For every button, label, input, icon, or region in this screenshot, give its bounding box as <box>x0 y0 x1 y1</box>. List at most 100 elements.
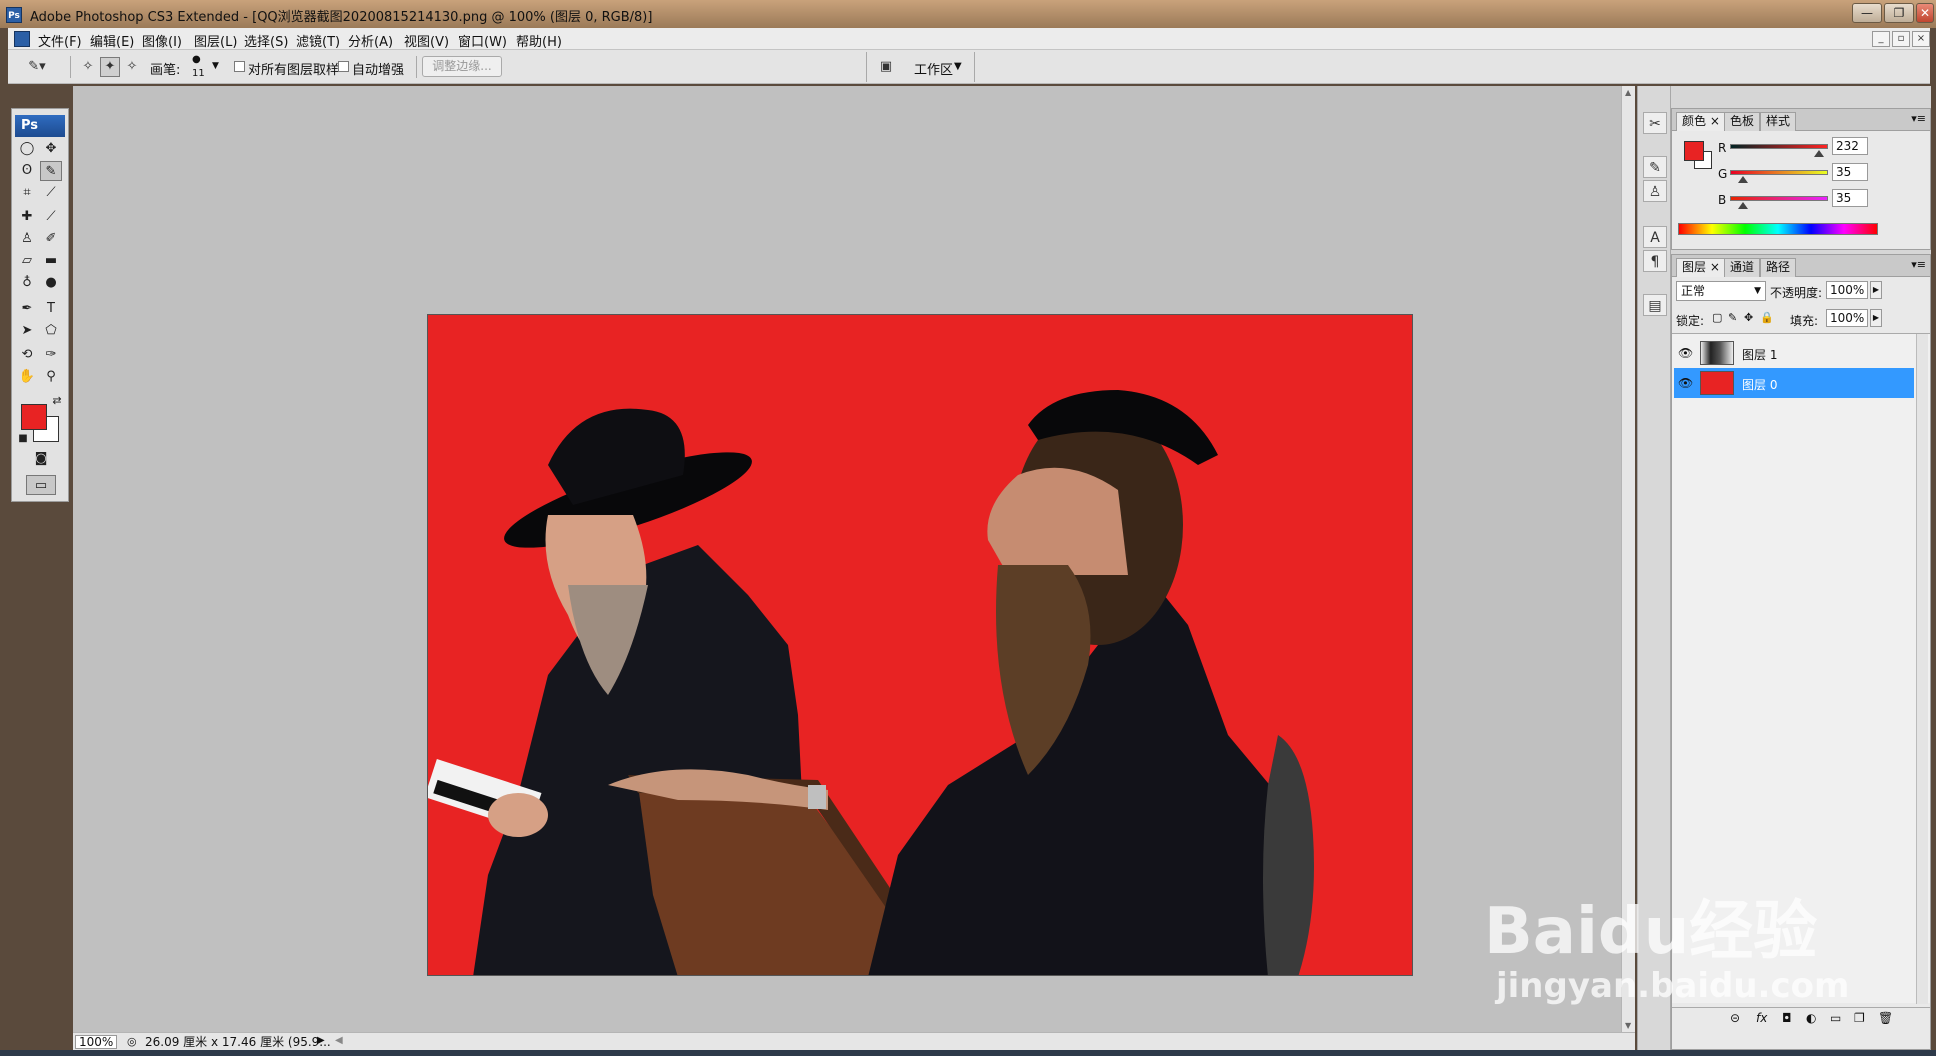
character-panel-icon[interactable]: A <box>1643 226 1667 248</box>
menu-image[interactable]: 图像(I) <box>142 31 182 50</box>
tab-channels[interactable]: 通道 <box>1724 258 1761 277</box>
tab-paths[interactable]: 路径 <box>1760 258 1797 277</box>
quick-mask-icon[interactable]: ◙ <box>30 449 52 469</box>
auto-enhance-checkbox[interactable] <box>338 61 349 72</box>
minimize-button[interactable]: — <box>1852 3 1882 23</box>
type-tool-icon[interactable]: T <box>40 299 62 319</box>
link-icon[interactable]: ⊝ <box>1730 1011 1740 1025</box>
blue-slider-thumb[interactable] <box>1738 202 1748 209</box>
eyedropper-icon[interactable]: ✑ <box>40 345 62 365</box>
opacity-slider-icon[interactable]: ▶ <box>1870 281 1882 299</box>
clone-stamp-icon[interactable]: ♙ <box>16 229 38 249</box>
gradient-tool-icon[interactable]: ▬ <box>40 251 62 271</box>
quick-selection-tool-icon[interactable]: ✎ <box>40 161 62 181</box>
document-canvas[interactable] <box>427 314 1413 976</box>
red-value-input[interactable]: 232 <box>1832 137 1868 155</box>
mask-icon[interactable]: ◘ <box>1782 1011 1792 1025</box>
color-spectrum-bar[interactable] <box>1678 223 1878 235</box>
fill-input[interactable]: 100% <box>1826 309 1868 327</box>
close-button[interactable]: ✕ <box>1916 3 1934 23</box>
pen-tool-icon[interactable]: ✒ <box>16 299 38 319</box>
hand-tool-icon[interactable]: ✋ <box>16 367 38 387</box>
default-colors-icon[interactable]: ■ <box>12 429 34 449</box>
brush-tool-icon[interactable]: ⟋ <box>40 207 62 227</box>
brush-dot-icon[interactable]: ● <box>192 54 201 65</box>
subtract-selection-icon[interactable]: ✧ <box>122 57 142 77</box>
sample-all-layers-checkbox[interactable] <box>234 61 245 72</box>
add-to-selection-icon[interactable]: ✦ <box>100 57 120 77</box>
path-selection-icon[interactable]: ➤ <box>16 321 38 341</box>
healing-brush-icon[interactable]: ✚ <box>16 207 38 227</box>
eraser-tool-icon[interactable]: ▱ <box>16 251 38 271</box>
red-slider-thumb[interactable] <box>1814 150 1824 157</box>
red-slider[interactable] <box>1730 144 1828 149</box>
tab-color[interactable]: 颜色 × <box>1676 112 1726 131</box>
navigator-icon[interactable]: ✂ <box>1643 112 1667 134</box>
group-icon[interactable]: ▭ <box>1830 1011 1841 1025</box>
menu-layer[interactable]: 图层(L) <box>194 31 237 50</box>
green-slider-thumb[interactable] <box>1738 176 1748 183</box>
zoom-tool-icon[interactable]: ⚲ <box>40 367 62 387</box>
screen-mode-icon[interactable]: ▭ <box>26 475 56 495</box>
lock-image-icon[interactable]: ✎ <box>1728 311 1737 324</box>
dodge-tool-icon[interactable]: ● <box>40 273 62 293</box>
clone-source-icon[interactable]: ♙ <box>1643 180 1667 202</box>
lock-position-icon[interactable]: ✥ <box>1744 311 1753 324</box>
fx-icon[interactable]: fx <box>1756 1011 1767 1025</box>
tab-styles[interactable]: 样式 <box>1760 112 1797 131</box>
shape-tool-icon[interactable]: ⬠ <box>40 321 62 341</box>
blur-tool-icon[interactable]: ♁ <box>16 273 38 293</box>
green-slider[interactable] <box>1730 170 1828 175</box>
adjustment-icon[interactable]: ◐ <box>1806 1011 1816 1025</box>
menu-analysis[interactable]: 分析(A) <box>348 31 393 50</box>
history-brush-icon[interactable]: ✐ <box>40 229 62 249</box>
layers-scrollbar[interactable] <box>1916 334 1928 1004</box>
fill-slider-icon[interactable]: ▶ <box>1870 309 1882 327</box>
crop-tool-icon[interactable]: ⌗ <box>16 183 38 203</box>
color-panel-fg-swatch[interactable] <box>1684 141 1704 161</box>
layer-row-selected[interactable]: 👁 图层 0 <box>1674 368 1914 398</box>
3d-rotate-icon[interactable]: ⟲ <box>16 345 38 365</box>
lock-all-icon[interactable]: 🔒 <box>1760 311 1774 324</box>
doc-info-menu-icon[interactable]: ▶ <box>317 1035 325 1046</box>
brush-size[interactable]: 11 <box>192 68 205 79</box>
lock-transparency-icon[interactable]: ▢ <box>1712 311 1722 324</box>
doc-minimize-button[interactable]: _ <box>1872 31 1890 47</box>
menu-file[interactable]: 文件(F) <box>38 31 82 50</box>
opacity-input[interactable]: 100% <box>1826 281 1868 299</box>
blue-slider[interactable] <box>1730 196 1828 201</box>
brush-dropdown-icon[interactable]: ▼ <box>212 61 219 71</box>
menu-filter[interactable]: 滤镜(T) <box>296 31 340 50</box>
menu-select[interactable]: 选择(S) <box>244 31 288 50</box>
doc-close-button[interactable]: × <box>1912 31 1930 47</box>
visibility-eye-icon[interactable]: 👁 <box>1678 346 1693 360</box>
new-layer-icon[interactable]: ❐ <box>1854 1011 1865 1025</box>
menu-edit[interactable]: 编辑(E) <box>90 31 134 50</box>
menu-window[interactable]: 窗口(W) <box>458 31 507 50</box>
marquee-tool-icon[interactable]: ◯ <box>16 139 38 159</box>
tool-presets-icon[interactable]: ✎ <box>1643 156 1667 178</box>
refine-edge-button[interactable]: 调整边缘... <box>422 56 502 77</box>
layer-comps-icon[interactable]: ▤ <box>1643 294 1667 316</box>
zoom-level-field[interactable]: 100% <box>75 1035 117 1049</box>
palette-well-icon[interactable]: ▣ <box>874 57 898 77</box>
swap-colors-icon[interactable]: ⇄ <box>46 391 68 411</box>
canvas-area[interactable] <box>73 86 1621 1032</box>
trash-icon[interactable]: 🗑 <box>1878 1011 1893 1025</box>
green-value-input[interactable]: 35 <box>1832 163 1868 181</box>
blend-mode-select[interactable]: 正常 ▼ <box>1676 281 1766 301</box>
new-selection-icon[interactable]: ✧ <box>78 57 98 77</box>
doc-info-icon[interactable]: ◎ <box>127 1035 137 1048</box>
layer-row[interactable]: 👁 图层 1 <box>1674 338 1914 368</box>
workspace-dropdown-icon[interactable]: ▼ <box>954 61 962 72</box>
foreground-color-swatch[interactable] <box>21 404 47 430</box>
panel-menu-icon[interactable]: ▾≡ <box>1911 112 1926 125</box>
blue-value-input[interactable]: 35 <box>1832 189 1868 207</box>
scroll-up-icon[interactable]: ▲ <box>1625 88 1631 97</box>
scroll-down-icon[interactable]: ▼ <box>1625 1021 1631 1030</box>
paragraph-panel-icon[interactable]: ¶ <box>1643 250 1667 272</box>
doc-restore-button[interactable]: ▫ <box>1892 31 1910 47</box>
tool-preset-picker[interactable]: ✎▾ <box>22 57 52 77</box>
tab-swatches[interactable]: 色板 <box>1724 112 1761 131</box>
tab-layers[interactable]: 图层 × <box>1676 258 1726 277</box>
